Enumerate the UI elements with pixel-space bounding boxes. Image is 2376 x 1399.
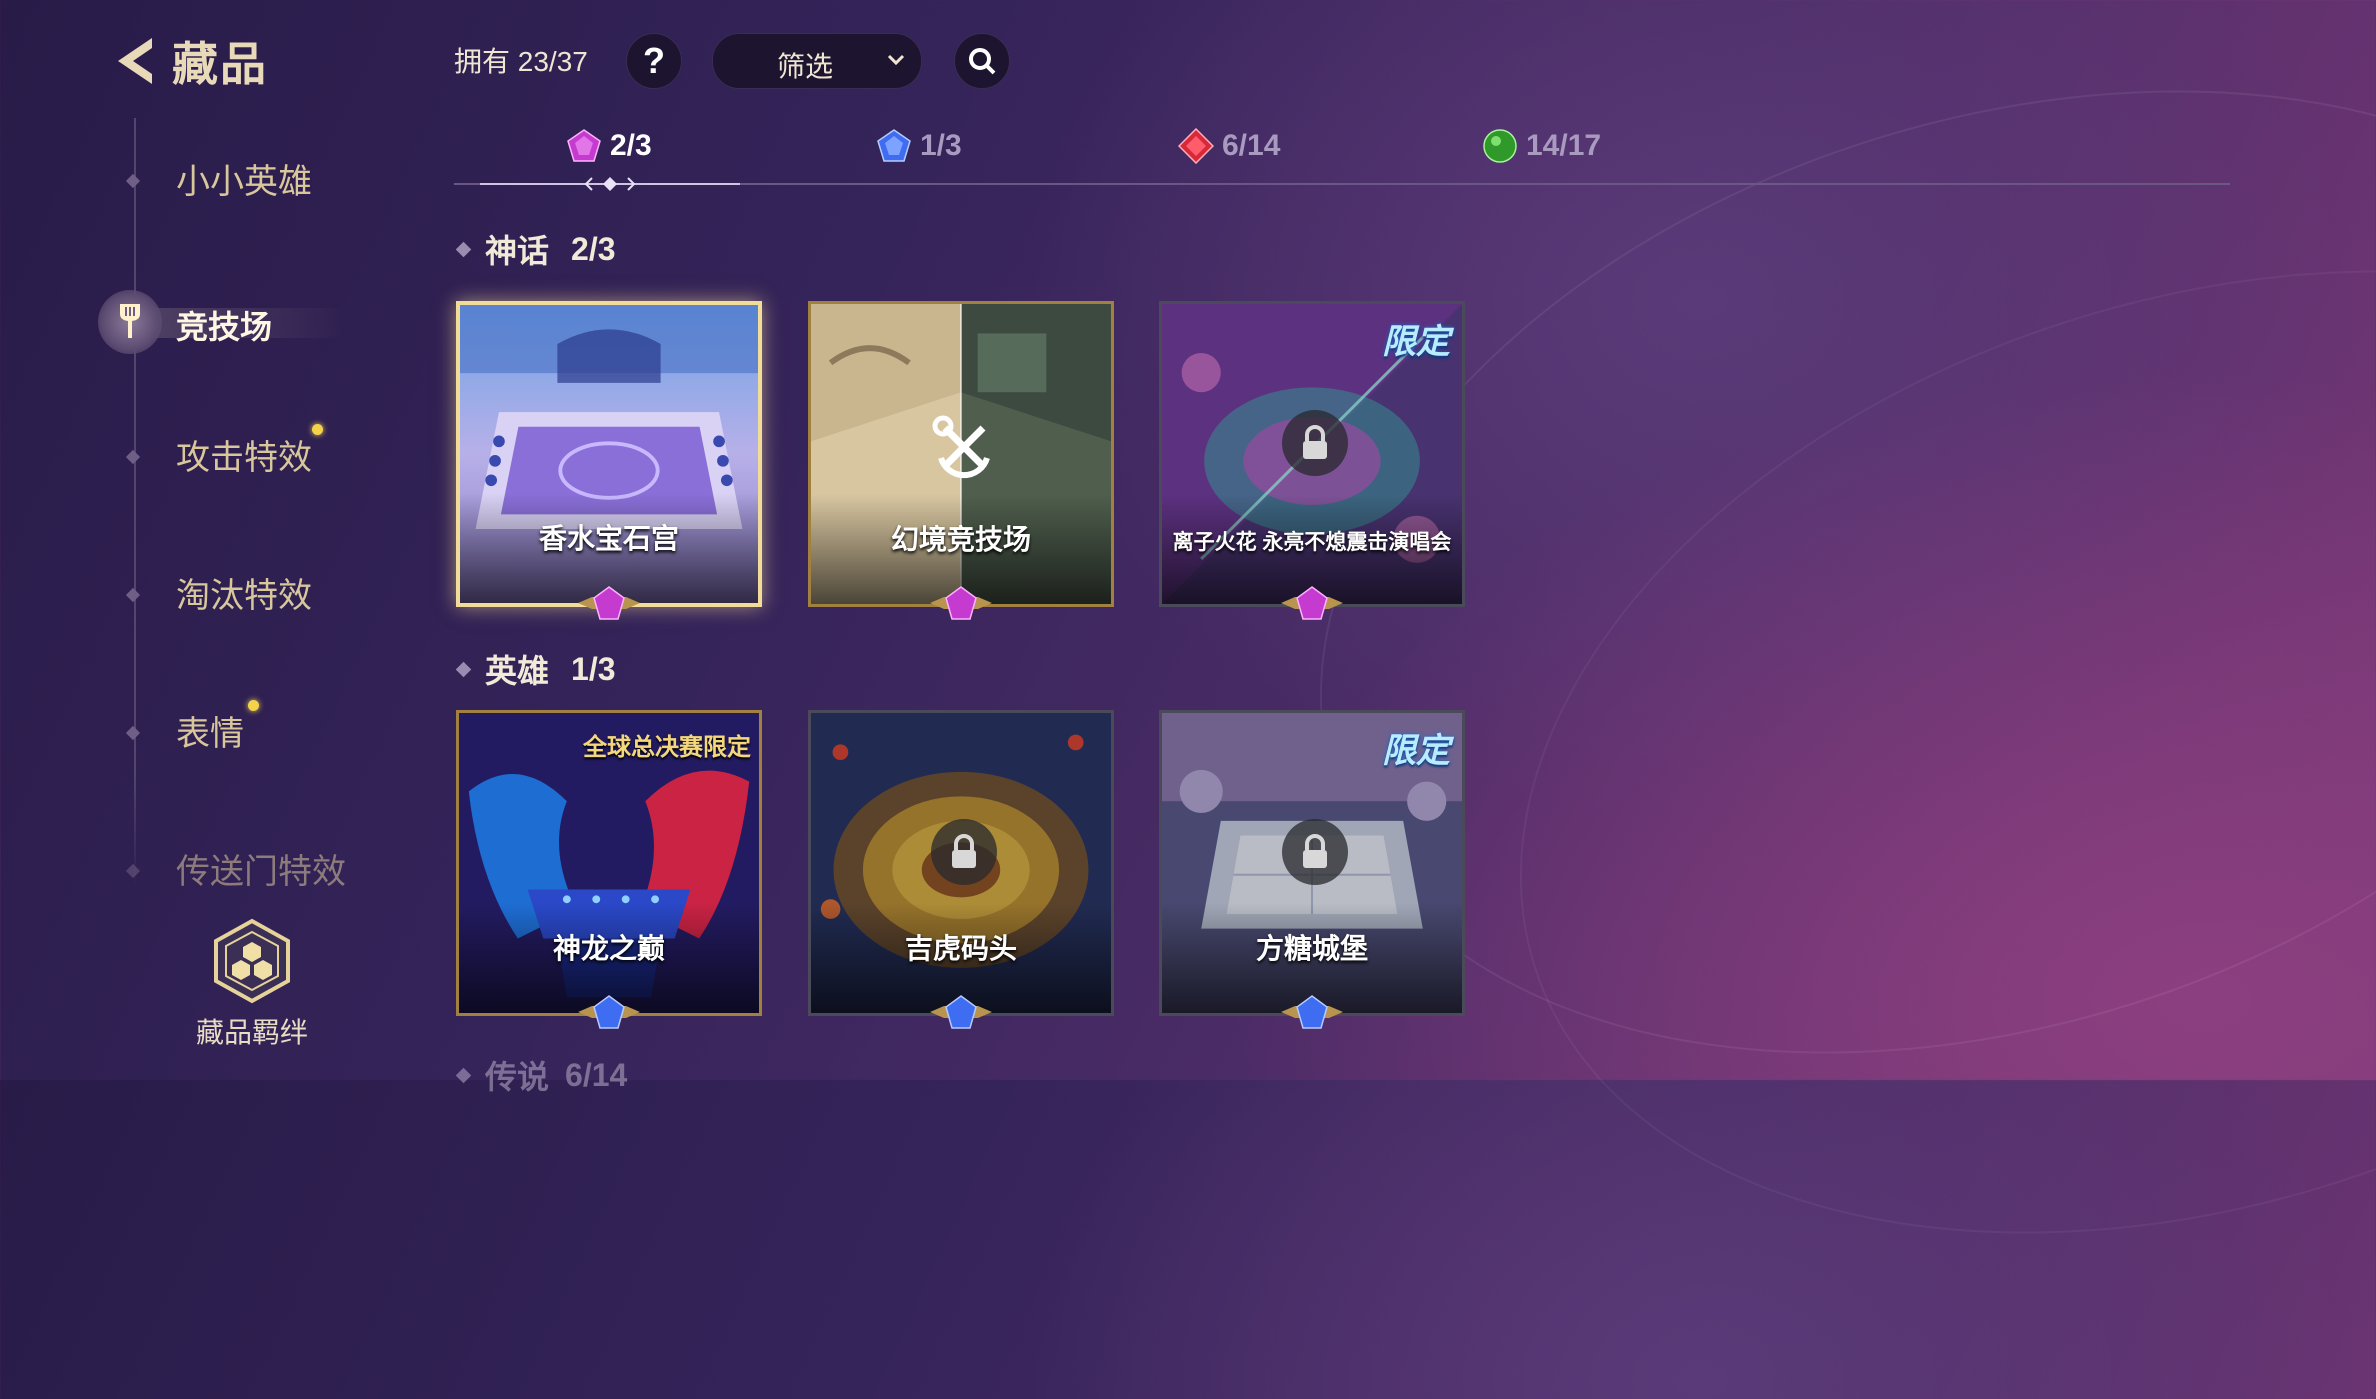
sidebar-item-label: 表情	[176, 715, 244, 753]
sidebar-item-label: 传送门特效	[176, 853, 346, 891]
new-badge	[312, 424, 323, 435]
section-count: 6/14	[565, 1056, 628, 1093]
bond-label: 藏品羁绊	[195, 1017, 308, 1048]
chevron-down-icon	[887, 54, 905, 66]
section-header-mythic: 神话 2/3	[455, 226, 616, 272]
page-title: 藏品	[172, 38, 268, 90]
tab-count: 6/14	[1222, 129, 1281, 162]
back-arrow-icon	[118, 38, 152, 84]
locked-overlay	[1282, 819, 1348, 885]
section-diamond-icon	[455, 661, 472, 677]
sidebar-item-portal-effects[interactable]: 传送门特效	[120, 853, 346, 891]
lock-icon	[1303, 425, 1327, 459]
section-header-hero: 英雄 1/3	[455, 646, 616, 692]
hexagon-bond-icon	[214, 918, 290, 1004]
arena-icon	[120, 304, 140, 338]
help-button[interactable]: ?	[626, 33, 682, 89]
tab-count: 2/3	[610, 129, 652, 162]
arena-card[interactable]: 香水宝石宫	[456, 301, 762, 620]
locked-overlay	[931, 819, 997, 885]
filter-dropdown[interactable]: 筛选	[712, 33, 922, 89]
card-name: 方糖城堡	[1255, 933, 1368, 964]
section-count: 2/3	[571, 230, 616, 267]
arena-card[interactable]: 吉虎码头	[808, 710, 1114, 1029]
worlds-limited-tag: 全球总决赛限定	[583, 734, 751, 761]
limited-tag: 限定	[1382, 732, 1450, 770]
tab-count: 1/3	[920, 129, 962, 162]
section-header-legendary: 传说 6/14	[455, 1052, 628, 1098]
purple-gem-icon	[578, 586, 640, 620]
sidebar-item-emotes[interactable]: 表情	[120, 700, 259, 753]
nav-dot	[125, 173, 141, 189]
card-name: 幻境竞技场	[890, 524, 1031, 555]
card-name: 神龙之巅	[552, 933, 665, 964]
lock-icon	[1303, 834, 1327, 868]
red-gem-icon	[1178, 128, 1214, 164]
tab-hero[interactable]: 1/3	[876, 128, 962, 164]
sidebar-item-label: 攻击特效	[176, 439, 312, 477]
purple-gem-icon	[1281, 586, 1343, 620]
blue-gem-icon	[930, 995, 992, 1029]
purple-gem-icon	[567, 129, 601, 162]
collection-bond-button[interactable]: 藏品羁绊	[190, 918, 314, 1051]
owned-count: 拥有 23/37	[454, 46, 588, 77]
active-tab-indicator	[480, 177, 740, 191]
green-gem-icon	[1483, 129, 1517, 163]
back-button[interactable]: 藏品	[108, 28, 268, 94]
question-icon: ?	[643, 40, 665, 81]
arena-card[interactable]: 限定 离子火花 永亮不熄震击演唱会	[1159, 301, 1465, 620]
tab-count: 14/17	[1526, 129, 1602, 162]
limited-tag: 限定	[1382, 323, 1450, 361]
search-button[interactable]	[954, 33, 1010, 89]
section-diamond-icon	[455, 1067, 472, 1083]
nav-dot	[125, 863, 141, 879]
lock-icon	[952, 834, 976, 868]
arena-card[interactable]: 幻境竞技场	[808, 301, 1114, 620]
section-title: 传说	[485, 1059, 550, 1095]
sidebar-item-label: 小小英雄	[176, 163, 312, 201]
search-icon	[969, 48, 996, 75]
section-title: 英雄	[485, 653, 550, 689]
sidebar-item-attack-effects[interactable]: 攻击特效	[120, 424, 323, 477]
blue-gem-icon	[877, 129, 911, 162]
nav-dot	[125, 725, 141, 741]
card-frame: 幻境竞技场	[808, 301, 1114, 607]
filter-label: 筛选	[777, 51, 834, 82]
card-name: 香水宝石宫	[538, 523, 679, 554]
sidebar-item-label: 淘汰特效	[176, 577, 312, 615]
card-frame: 香水宝石宫	[456, 301, 762, 607]
nav-dot	[125, 587, 141, 603]
sidebar-item-arena[interactable]: 竞技场	[98, 290, 348, 354]
sidebar-item-elimination-effects[interactable]: 淘汰特效	[120, 577, 312, 615]
card-name: 吉虎码头	[904, 933, 1017, 964]
card-frame: 全球总决赛限定 神龙之巅	[456, 710, 762, 1016]
sidebar-rail	[134, 118, 136, 888]
purple-gem-icon	[930, 586, 992, 620]
section-count: 1/3	[571, 650, 616, 687]
blue-gem-icon	[578, 995, 640, 1029]
card-frame: 限定 方糖城堡	[1159, 710, 1465, 1016]
nav-dot	[125, 449, 141, 465]
card-frame: 限定 离子火花 永亮不熄震击演唱会	[1159, 301, 1465, 607]
arena-card[interactable]: 全球总决赛限定 神龙之巅	[456, 710, 762, 1029]
tab-mythic[interactable]: 2/3	[566, 128, 652, 164]
section-diamond-icon	[455, 241, 472, 257]
locked-overlay	[1282, 410, 1348, 476]
section-title: 神话	[485, 233, 550, 269]
card-name: 离子火花 永亮不熄震击演唱会	[1172, 531, 1452, 554]
wrench-gear-icon	[932, 415, 990, 479]
tab-epic[interactable]: 14/17	[1482, 128, 1601, 164]
arena-card[interactable]: 限定 方糖城堡	[1159, 710, 1465, 1029]
sidebar-item-little-legends[interactable]: 小小英雄	[120, 163, 312, 201]
card-frame: 吉虎码头	[808, 710, 1114, 1016]
new-badge	[248, 700, 259, 711]
sidebar-item-label: 竞技场	[176, 309, 273, 345]
blue-gem-icon	[1281, 995, 1343, 1029]
tab-legendary[interactable]: 6/14	[1178, 128, 1280, 164]
